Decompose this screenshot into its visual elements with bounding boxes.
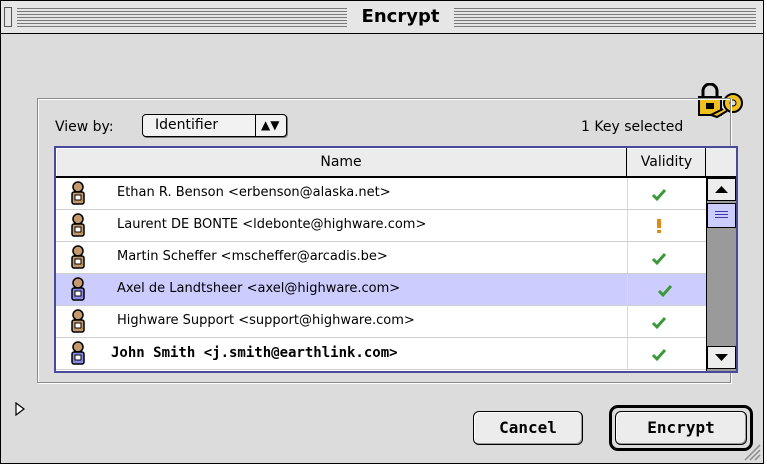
key-row[interactable]: Highware Support <support@highware.com> <box>56 306 706 338</box>
scroll-up-button[interactable] <box>707 178 736 201</box>
key-row[interactable]: Laurent DE BONTE <ldebonte@highware.com> <box>56 210 706 242</box>
window-title: Encrypt <box>361 6 440 27</box>
scroll-down-button[interactable] <box>707 346 736 369</box>
column-divider <box>627 274 628 305</box>
column-header-name[interactable]: Name <box>56 148 627 176</box>
key-identifier: Highware Support <support@highware.com> <box>117 313 415 328</box>
popup-divider <box>255 115 256 136</box>
checkmark-icon <box>651 253 667 266</box>
view-by-popup[interactable]: Identifier ▲▼ <box>142 114 287 137</box>
view-by-label: View by: <box>55 119 114 135</box>
checkmark-icon <box>657 285 673 298</box>
up-arrow-icon <box>715 186 728 193</box>
person-key-icon <box>71 277 85 301</box>
person-key-icon <box>71 341 85 365</box>
key-row[interactable]: John Smith <j.smith@earthlink.com> <box>56 338 706 370</box>
encrypt-dialog: Encrypt View by: Identifier ▲▼ 1 Key sel… <box>0 0 764 464</box>
column-divider <box>627 338 628 369</box>
resize-grip-icon[interactable] <box>741 441 761 461</box>
down-arrow-icon <box>715 354 728 361</box>
person-key-icon <box>71 309 85 333</box>
list-header: Name Validity <box>56 148 736 178</box>
checkmark-icon <box>651 317 667 330</box>
key-list[interactable]: Name Validity Ethan R. Benson <erbenson@… <box>54 146 738 373</box>
key-row[interactable]: Martin Scheffer <mscheffer@arcadis.be> <box>56 242 706 274</box>
key-rows: Ethan R. Benson <erbenson@alaska.net> La… <box>56 178 706 371</box>
key-row[interactable]: Ethan R. Benson <erbenson@alaska.net> <box>56 178 706 210</box>
key-identifier: John Smith <j.smith@earthlink.com> <box>111 345 398 361</box>
key-identifier: Laurent DE BONTE <ldebonte@highware.com> <box>117 217 427 232</box>
title-stripes-left <box>17 8 347 27</box>
view-by-value: Identifier <box>155 117 219 133</box>
selection-status: 1 Key selected <box>581 119 684 135</box>
key-identifier: Martin Scheffer <mscheffer@arcadis.be> <box>117 249 388 264</box>
title-stripes-right <box>454 8 756 27</box>
exclamation-icon <box>657 219 661 233</box>
vertical-scrollbar[interactable] <box>706 178 736 371</box>
column-divider <box>627 178 628 209</box>
key-identifier: Axel de Landtsheer <axel@highware.com> <box>117 281 401 296</box>
column-divider <box>627 242 628 273</box>
up-down-arrows-icon: ▲▼ <box>261 118 280 132</box>
person-key-icon <box>71 213 85 237</box>
person-key-icon <box>71 245 85 269</box>
disclosure-triangle-icon[interactable] <box>15 402 25 416</box>
encrypt-button[interactable]: Encrypt <box>615 411 747 445</box>
column-divider <box>627 210 628 241</box>
header-corner <box>707 148 736 176</box>
scroll-thumb[interactable] <box>707 203 736 228</box>
title-bar[interactable]: Encrypt <box>1 1 763 34</box>
person-key-icon <box>71 181 85 205</box>
cancel-button[interactable]: Cancel <box>473 411 583 445</box>
checkmark-icon <box>651 189 667 202</box>
close-box[interactable] <box>4 7 12 27</box>
key-identifier: Ethan R. Benson <erbenson@alaska.net> <box>117 185 391 200</box>
key-row-selected[interactable]: Axel de Landtsheer <axel@highware.com> <box>56 274 706 306</box>
column-header-validity[interactable]: Validity <box>628 148 706 176</box>
thumb-grip <box>715 211 728 220</box>
checkmark-icon <box>651 349 667 362</box>
column-divider <box>627 306 628 337</box>
